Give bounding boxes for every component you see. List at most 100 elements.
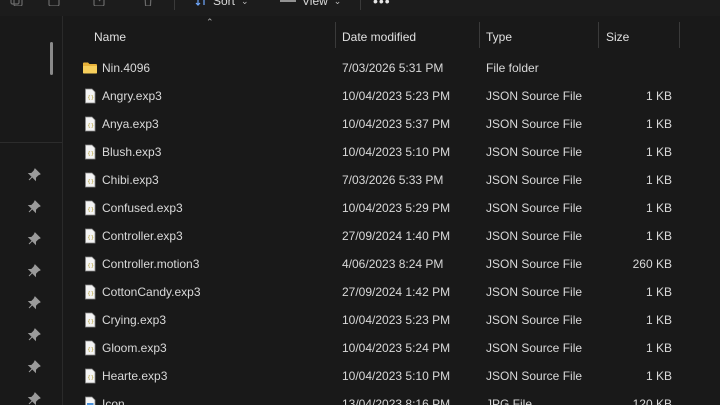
file-row[interactable]: {} CottonCandy.exp3 27/09/2024 1:42 PM J… bbox=[63, 278, 720, 306]
file-date: 4/06/2023 8:24 PM bbox=[342, 257, 444, 271]
file-date: 13/04/2023 8:16 PM bbox=[342, 397, 451, 405]
file-date: 27/09/2024 1:42 PM bbox=[342, 285, 451, 299]
file-list: Nin.4096 7/03/2026 5:31 PM File folder {… bbox=[63, 54, 720, 405]
file-name: Blush.exp3 bbox=[102, 145, 162, 159]
pin-icon[interactable] bbox=[27, 264, 41, 278]
svg-text:{}: {} bbox=[87, 347, 94, 353]
delete-icon[interactable] bbox=[140, 0, 156, 8]
file-date: 7/03/2026 5:33 PM bbox=[342, 173, 444, 187]
column-resize-handle[interactable] bbox=[679, 22, 680, 48]
file-size: 1 KB bbox=[645, 341, 672, 355]
file-row[interactable]: {} Chibi.exp3 7/03/2026 5:33 PM JSON Sou… bbox=[63, 166, 720, 194]
toolbar-separator bbox=[174, 0, 175, 10]
paste-icon[interactable] bbox=[46, 0, 62, 8]
pin-icon[interactable] bbox=[27, 232, 41, 246]
json-file-icon: {} bbox=[82, 144, 98, 160]
file-size: 1 KB bbox=[645, 285, 672, 299]
svg-text:{}: {} bbox=[87, 151, 94, 157]
file-name: Angry.exp3 bbox=[102, 89, 162, 103]
file-row[interactable]: {} Hearte.exp3 10/04/2023 5:10 PM JSON S… bbox=[63, 362, 720, 390]
file-size: 1 KB bbox=[645, 173, 672, 187]
column-resize-handle[interactable] bbox=[479, 22, 480, 48]
chevron-down-icon: ⌄ bbox=[333, 0, 342, 6]
pin-icon[interactable] bbox=[27, 392, 41, 405]
view-button[interactable]: View ⌄ bbox=[280, 0, 341, 8]
file-date: 27/09/2024 1:40 PM bbox=[342, 229, 451, 243]
column-header-type[interactable]: Type bbox=[486, 22, 591, 52]
file-name: Gloom.exp3 bbox=[102, 341, 167, 355]
sort-icon bbox=[195, 0, 207, 9]
file-name: Icon bbox=[102, 397, 125, 405]
sort-label: Sort bbox=[213, 0, 236, 8]
view-icon bbox=[280, 0, 296, 9]
svg-text:{}: {} bbox=[87, 123, 94, 129]
file-type: JSON Source File bbox=[486, 341, 583, 355]
file-date: 7/03/2026 5:31 PM bbox=[342, 61, 444, 75]
pin-icon[interactable] bbox=[27, 328, 41, 342]
column-header-size[interactable]: Size bbox=[606, 22, 676, 52]
navigation-pane[interactable] bbox=[0, 16, 62, 405]
file-name: Nin.4096 bbox=[102, 61, 151, 75]
share-icon[interactable] bbox=[92, 0, 108, 8]
column-resize-handle[interactable] bbox=[335, 22, 336, 48]
file-row[interactable]: {} Controller.motion3 4/06/2023 8:24 PM … bbox=[63, 250, 720, 278]
toolbar-separator bbox=[360, 0, 361, 10]
column-resize-handle[interactable] bbox=[598, 22, 599, 48]
nav-scrollbar[interactable] bbox=[50, 42, 53, 75]
pin-icon[interactable] bbox=[27, 200, 41, 214]
column-header-date[interactable]: Date modified bbox=[342, 22, 472, 52]
column-header-bar: ⌃ Name Date modified Type Size bbox=[63, 17, 720, 52]
file-type: JSON Source File bbox=[486, 257, 583, 271]
file-row[interactable]: {} Anya.exp3 10/04/2023 5:37 PM JSON Sou… bbox=[63, 110, 720, 138]
more-icon[interactable]: ••• bbox=[373, 0, 391, 8]
file-name: Crying.exp3 bbox=[102, 313, 167, 327]
file-name: CottonCandy.exp3 bbox=[102, 285, 201, 299]
file-row[interactable]: {} Confused.exp3 10/04/2023 5:29 PM JSON… bbox=[63, 194, 720, 222]
file-row[interactable]: {} Blush.exp3 10/04/2023 5:10 PM JSON So… bbox=[63, 138, 720, 166]
file-type: File folder bbox=[486, 61, 539, 75]
json-file-icon: {} bbox=[82, 256, 98, 272]
pin-icon[interactable] bbox=[27, 296, 41, 310]
column-header-name[interactable]: Name bbox=[94, 22, 330, 52]
json-file-icon: {} bbox=[82, 116, 98, 132]
file-size: 1 KB bbox=[645, 369, 672, 383]
svg-text:{}: {} bbox=[87, 95, 94, 101]
file-name: Hearte.exp3 bbox=[102, 369, 168, 383]
file-size: 1 KB bbox=[645, 145, 672, 159]
file-type: JSON Source File bbox=[486, 145, 583, 159]
file-row[interactable]: {} Crying.exp3 10/04/2023 5:23 PM JSON S… bbox=[63, 306, 720, 334]
svg-text:{}: {} bbox=[87, 207, 94, 213]
pin-icon[interactable] bbox=[27, 168, 41, 182]
file-size: 1 KB bbox=[645, 201, 672, 215]
file-row[interactable]: Icon 13/04/2023 8:16 PM JPG File 120 KB bbox=[63, 390, 720, 405]
svg-text:{}: {} bbox=[87, 263, 94, 269]
file-date: 10/04/2023 5:24 PM bbox=[342, 341, 451, 355]
file-name: Confused.exp3 bbox=[102, 201, 183, 215]
file-type: JSON Source File bbox=[486, 201, 583, 215]
svg-text:{}: {} bbox=[87, 319, 94, 325]
file-size bbox=[600, 54, 672, 82]
nav-divider bbox=[0, 142, 62, 143]
file-row[interactable]: {} Gloom.exp3 10/04/2023 5:24 PM JSON So… bbox=[63, 334, 720, 362]
image-file-icon bbox=[82, 396, 98, 405]
sort-button[interactable]: Sort ⌄ bbox=[195, 0, 249, 8]
file-date: 10/04/2023 5:29 PM bbox=[342, 201, 451, 215]
copy-icon[interactable] bbox=[8, 0, 24, 8]
file-size: 260 KB bbox=[632, 257, 672, 271]
json-file-icon: {} bbox=[82, 312, 98, 328]
file-name: Chibi.exp3 bbox=[102, 173, 159, 187]
pin-icon[interactable] bbox=[27, 360, 41, 374]
file-row[interactable]: Nin.4096 7/03/2026 5:31 PM File folder bbox=[63, 54, 720, 82]
svg-text:{}: {} bbox=[87, 179, 94, 185]
file-name: Anya.exp3 bbox=[102, 117, 159, 131]
file-type: JSON Source File bbox=[486, 285, 583, 299]
file-row[interactable]: {} Angry.exp3 10/04/2023 5:23 PM JSON So… bbox=[63, 82, 720, 110]
chevron-down-icon: ⌄ bbox=[241, 0, 249, 6]
svg-text:{}: {} bbox=[87, 375, 94, 381]
json-file-icon: {} bbox=[82, 340, 98, 356]
json-file-icon: {} bbox=[82, 368, 98, 384]
file-date: 10/04/2023 5:10 PM bbox=[342, 145, 451, 159]
file-type: JSON Source File bbox=[486, 313, 583, 327]
file-type: JSON Source File bbox=[486, 369, 583, 383]
file-row[interactable]: {} Controller.exp3 27/09/2024 1:40 PM JS… bbox=[63, 222, 720, 250]
